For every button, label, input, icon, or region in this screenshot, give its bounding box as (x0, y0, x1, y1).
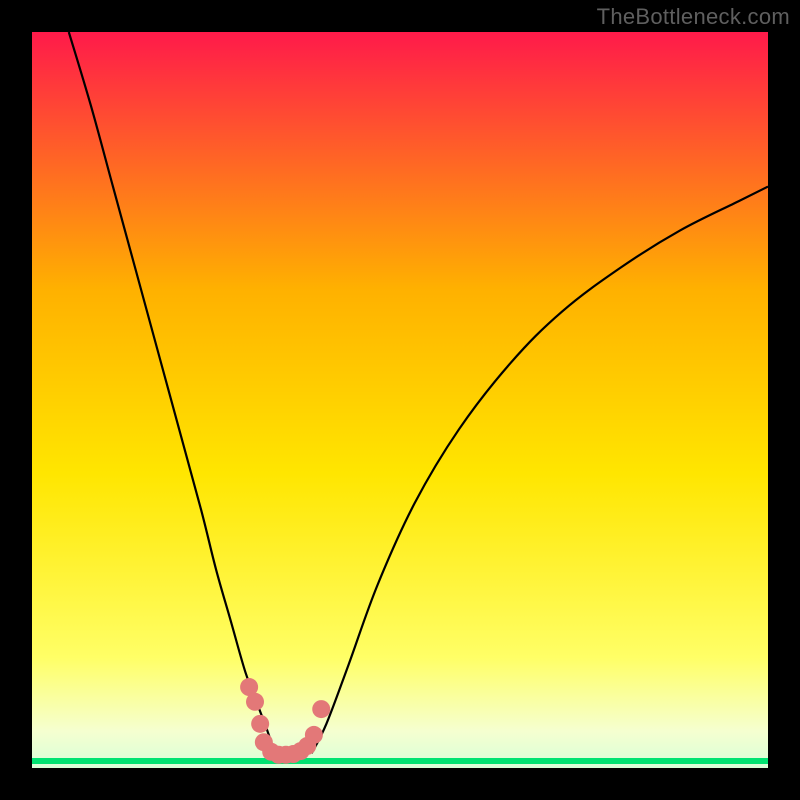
marker-dot (312, 700, 330, 718)
bottom-green-line (32, 758, 768, 764)
chart-svg (32, 32, 768, 768)
watermark-text: TheBottleneck.com (597, 4, 790, 30)
marker-dot (246, 693, 264, 711)
chart-stage: TheBottleneck.com (0, 0, 800, 800)
marker-dot (251, 715, 269, 733)
marker-dot (305, 726, 323, 744)
plot-area (32, 32, 768, 768)
gradient-background (32, 32, 768, 768)
